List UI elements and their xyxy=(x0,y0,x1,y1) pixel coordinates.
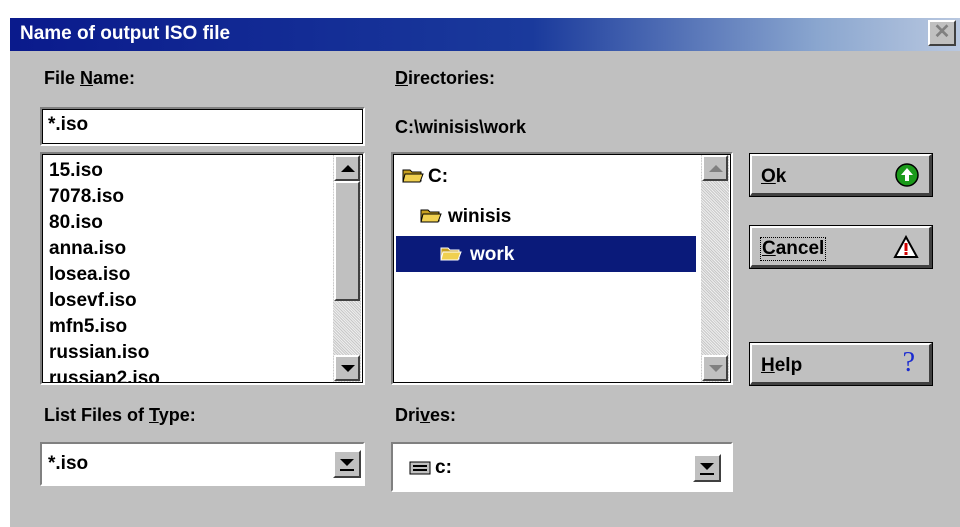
dropdown-bar xyxy=(340,469,354,471)
drives-dropdown-button[interactable] xyxy=(693,454,721,482)
open-folder-icon xyxy=(402,169,424,183)
current-path: C:\winisis\work xyxy=(395,117,527,137)
list-item[interactable]: losea.iso xyxy=(49,265,130,285)
directories-label: Directories: xyxy=(395,68,496,88)
cancel-button[interactable]: Cancel xyxy=(749,225,933,269)
file-name-input[interactable]: *.iso xyxy=(40,107,365,146)
ok-button[interactable]: Ok xyxy=(749,153,933,197)
up-arrow-icon xyxy=(341,165,355,172)
directory-item-winisis[interactable]: winisis xyxy=(396,198,686,234)
directory-item-c[interactable]: C: xyxy=(396,158,686,194)
help-button[interactable]: Help ? xyxy=(749,342,933,386)
file-type-label: List Files of Type: xyxy=(44,405,196,425)
file-name-label: File Name: xyxy=(44,68,136,88)
scroll-down-button[interactable] xyxy=(334,355,360,381)
file-list-scrollbar[interactable] xyxy=(333,155,361,382)
open-folder-icon xyxy=(420,209,442,223)
scroll-down-button[interactable] xyxy=(702,355,728,381)
file-list[interactable]: 15.iso 7078.iso 80.iso anna.iso losea.is… xyxy=(40,152,365,385)
cancel-button-label: Cancel xyxy=(759,237,827,261)
ok-button-label: Ok xyxy=(761,166,787,187)
close-icon: ✕ xyxy=(933,21,951,43)
chevron-down-icon xyxy=(340,459,354,466)
list-item[interactable]: 7078.iso xyxy=(49,187,124,207)
file-type-dropdown-button[interactable] xyxy=(333,450,361,478)
down-arrow-icon xyxy=(341,365,355,372)
drive-icon xyxy=(409,461,431,475)
list-item[interactable]: 15.iso xyxy=(49,161,103,181)
list-item[interactable]: mfn5.iso xyxy=(49,317,127,337)
drives-select[interactable]: c: xyxy=(391,442,733,492)
scroll-up-button[interactable] xyxy=(702,155,728,181)
directory-list[interactable]: C: winisis work xyxy=(391,152,733,385)
close-button[interactable]: ✕ xyxy=(928,20,956,46)
down-arrow-icon xyxy=(709,365,723,372)
file-name-value: *.iso xyxy=(48,114,89,135)
list-item[interactable]: anna.iso xyxy=(49,239,126,259)
question-icon: ? xyxy=(902,347,915,378)
scroll-thumb[interactable] xyxy=(334,181,360,301)
file-type-select[interactable]: *.iso xyxy=(40,442,365,486)
up-arrow-icon xyxy=(709,165,723,172)
list-item[interactable]: losevf.iso xyxy=(49,291,137,311)
dropdown-bar xyxy=(700,473,714,475)
green-arrow-icon xyxy=(895,163,919,187)
title-bar: Name of output ISO file xyxy=(10,18,960,51)
chevron-down-icon xyxy=(700,463,714,470)
list-item[interactable]: russian.iso xyxy=(49,343,149,363)
warning-icon xyxy=(893,235,919,258)
scroll-up-button[interactable] xyxy=(334,155,360,181)
dialog-title: Name of output ISO file xyxy=(20,23,231,44)
help-button-label: Help xyxy=(761,355,803,376)
directory-item-work[interactable]: work xyxy=(396,236,696,272)
list-item[interactable]: 80.iso xyxy=(49,213,103,233)
directory-scrollbar[interactable] xyxy=(701,155,729,382)
open-folder-icon xyxy=(440,247,462,261)
drive-value: c: xyxy=(435,457,452,478)
drives-label: Drives: xyxy=(395,405,457,425)
file-type-value: *.iso xyxy=(48,453,89,474)
list-item[interactable]: russian2.iso xyxy=(49,369,160,384)
